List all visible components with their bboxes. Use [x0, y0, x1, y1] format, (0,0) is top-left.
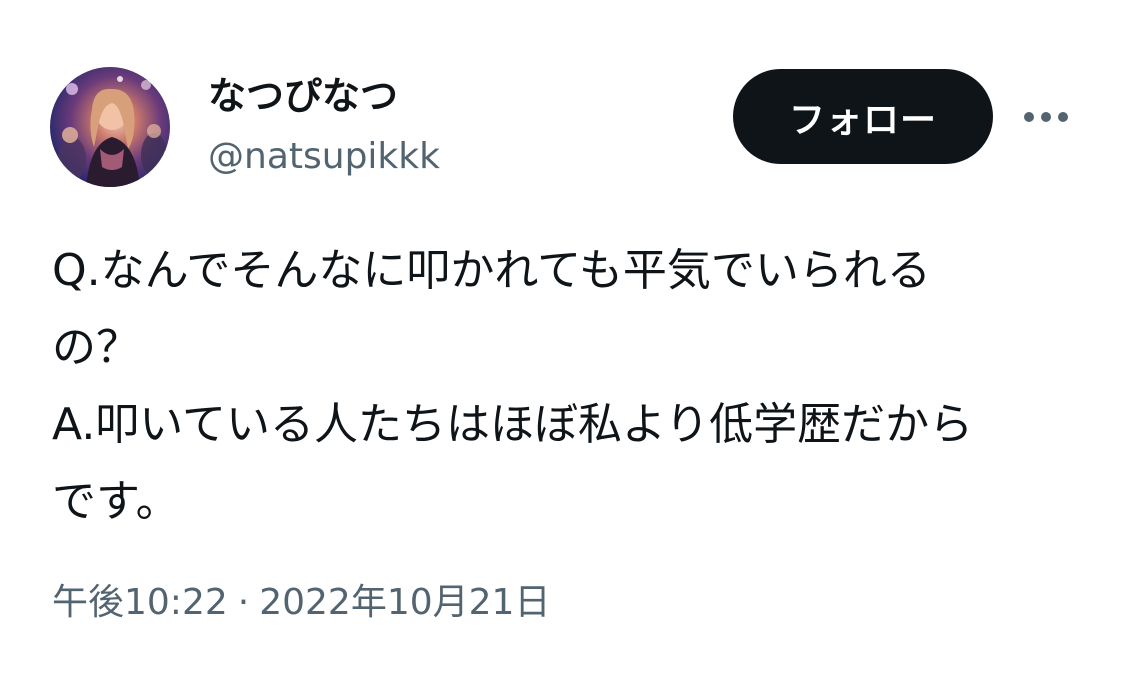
meta-separator: ·	[237, 582, 250, 623]
tweet-text-line: です。	[52, 476, 180, 527]
tweet-timestamp: 午後10:22 · 2022年10月21日	[52, 578, 550, 628]
follow-button[interactable]: フォロー	[733, 69, 993, 164]
tweet-card: なつぴなつ @natsupikkk フォロー Q.なんでそんなに叩かれても平気で…	[0, 0, 1125, 673]
tweet-text-line: A.叩いている人たちはほぼ私より低学歴だから	[52, 399, 974, 450]
display-name[interactable]: なつぴなつ	[208, 72, 398, 120]
tweet-text: Q.なんでそんなに叩かれても平気でいられる の？ A.叩いている人たちはほぼ私よ…	[52, 232, 1062, 540]
tweet-text-line: Q.なんでそんなに叩かれても平気でいられる	[52, 245, 931, 296]
avatar[interactable]	[50, 67, 170, 187]
tweet-text-line: の？	[52, 322, 140, 373]
avatar-photo-icon	[58, 76, 167, 187]
more-horizontal-icon	[1024, 112, 1068, 122]
more-options-button[interactable]	[1018, 97, 1074, 137]
tweet-date[interactable]: 2022年10月21日	[259, 582, 550, 623]
tweet-time[interactable]: 午後10:22	[52, 582, 228, 623]
user-handle[interactable]: @natsupikkk	[208, 134, 440, 180]
